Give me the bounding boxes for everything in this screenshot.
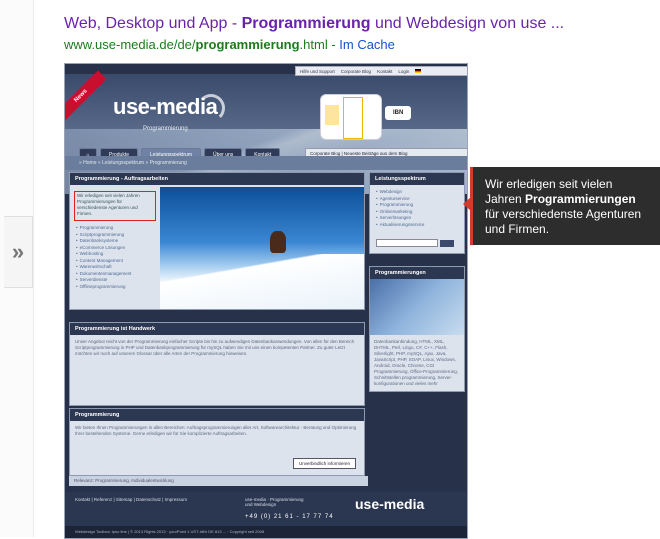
main-panel-programmierung: Programmierung Wir bieten Ihnen Programm… <box>69 408 365 476</box>
title-part-bold: Programmierung <box>241 15 371 32</box>
logo-swoosh-icon <box>197 94 225 122</box>
footer-phone: +49 (0) 21 61 - 17 77 74 <box>245 514 334 520</box>
panel-text: Wir bieten Ihnen Programmierungen in all… <box>75 425 357 436</box>
panel-text: Unser Angebot reicht von der Programmier… <box>75 339 355 356</box>
url-pre: www.use-media.de/de/ <box>64 37 196 52</box>
double-chevron-right-icon: » <box>11 239 25 264</box>
footer-mid: use-media · Programmierung und Webdesign <box>245 497 304 507</box>
topbar-item: Corporate Blog <box>340 68 372 74</box>
main-panel-handwerk: Programmierung ist Handwerk Unser Angebo… <box>69 322 365 406</box>
site-footer: Kontakt | Referenz | Sitemap | Datenschu… <box>65 492 467 526</box>
topbar-item: Login <box>398 68 410 74</box>
url-bold: programmierung <box>195 37 300 52</box>
side-list: Webdesign Agenturservice Programmierung … <box>376 189 464 228</box>
relevance-bar: Relevanz: Programmierung, Individualentw… <box>69 476 368 486</box>
tooltip-post: für verschiedenste Agenturen und Firmen. <box>485 207 642 236</box>
site-subfooter: Webdesign Toolbox: ipso fine | © 2013 Ri… <box>65 526 467 538</box>
code-image <box>370 279 464 335</box>
topbar-item: Hilfe und Support <box>300 68 335 74</box>
cache-link[interactable]: Im Cache <box>339 37 395 52</box>
panel-heading: Programmierung <box>70 409 364 421</box>
site-tagline: Programmierung <box>143 126 188 132</box>
title-part-post: und Webdesign von use ... <box>370 15 565 32</box>
side-search-input <box>376 239 438 247</box>
panel-heading: Programmierungen <box>370 267 464 279</box>
panel-text: Datenbankanbindung, HTML, XML, DHTML, Pe… <box>374 339 458 386</box>
url-post: .html <box>299 37 328 52</box>
list-item: Offlineprogrammierung <box>76 284 131 291</box>
side-search-button <box>440 240 454 247</box>
skier-hero-image <box>160 187 364 309</box>
snippet-tooltip: Wir erledigen seit vielen Jahren Program… <box>470 167 660 245</box>
sidebar-toggle-button[interactable]: » <box>4 216 33 288</box>
news-ribbon: News <box>65 70 107 122</box>
skier-icon <box>270 231 286 253</box>
tooltip-bold: Programmierungen <box>525 192 636 206</box>
certificate-badge <box>320 94 382 140</box>
main-panel-auftragsarbeiten: Programmierung - Auftragsarbeiten Wir er… <box>69 172 365 310</box>
preview-site: News use-media Programmierung IBN ⌂ Prod… <box>65 64 467 538</box>
highlighted-snippet: Wir erledigen seit vielen Jahren Program… <box>74 191 156 221</box>
title-part-pre: Web, Desktop und App - <box>64 15 242 32</box>
panel-heading: Leistungsspektrum <box>370 173 464 185</box>
list-item: Aktualisierungsservice <box>376 222 464 229</box>
site-topbar: Hilfe und Support Corporate Blog Kontakt… <box>295 66 467 76</box>
footer-links: Kontakt | Referenz | Sitemap | Datenschu… <box>75 497 187 502</box>
ibn-badge: IBN <box>385 106 412 120</box>
topbar-item: Kontakt <box>377 68 393 74</box>
panel-heading: Programmierung - Auftragsarbeiten <box>70 173 364 185</box>
result-title-link[interactable]: Web, Desktop und App - Programmierung un… <box>64 15 564 33</box>
page-preview[interactable]: News use-media Programmierung IBN ⌂ Prod… <box>64 63 468 539</box>
german-flag-icon <box>415 69 422 73</box>
footer-logo: use-media <box>355 496 425 512</box>
service-list: Programmierung Scriptprogrammierung Date… <box>76 225 132 291</box>
result-url: www.use-media.de/de/programmierung.html … <box>64 37 395 52</box>
side-panel-programmierungen: Programmierungen Datenbankanbindung, HTM… <box>369 266 465 392</box>
side-panel-leistungsspektrum: Leistungsspektrum Webdesign Agenturservi… <box>369 172 465 254</box>
panel-heading: Programmierung ist Handwerk <box>70 323 364 335</box>
inform-button: Unverbindlich informieren <box>292 458 356 469</box>
site-breadcrumb: » Home » Leistungsspektrum » Programmier… <box>65 156 467 170</box>
url-sep: - <box>327 37 340 52</box>
